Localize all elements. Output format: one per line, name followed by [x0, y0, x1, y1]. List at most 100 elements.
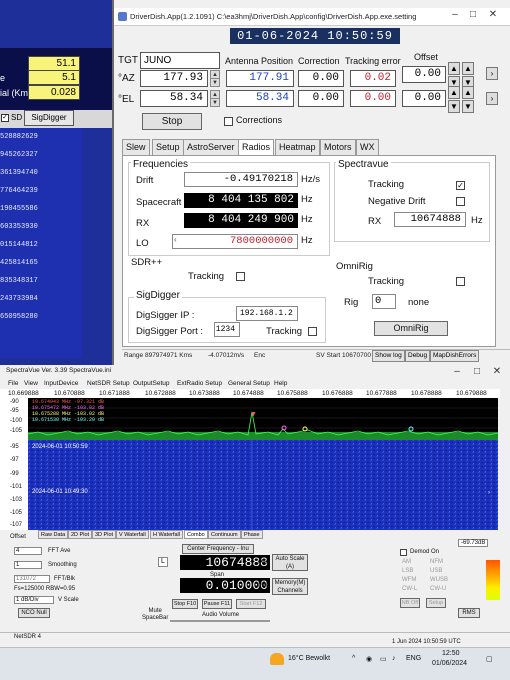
list-item[interactable]: 603353930: [0, 223, 38, 231]
tab-motors[interactable]: Motors: [320, 139, 356, 155]
offset-up-icon[interactable]: ▲: [462, 86, 474, 99]
maximize-icon[interactable]: □: [470, 366, 484, 378]
show-log-button[interactable]: Show log: [372, 350, 405, 362]
memory-channels-button[interactable]: Memory(M) Channels: [272, 578, 308, 595]
nco-null-button[interactable]: NCO Null: [18, 608, 50, 618]
sigdigger-button[interactable]: SigDigger: [24, 110, 74, 126]
list-item[interactable]: 015144812: [0, 241, 38, 249]
list-item[interactable]: 776464239: [0, 187, 38, 195]
mode-cwl[interactable]: CW-L: [402, 586, 417, 592]
volume-icon[interactable]: ♪: [392, 655, 396, 662]
center-frequency-display[interactable]: 10674888: [180, 555, 270, 570]
left-value-3[interactable]: 0.028: [28, 85, 80, 100]
mode-wfm[interactable]: WFM: [402, 577, 416, 583]
mode-wusb[interactable]: WUSB: [430, 577, 448, 583]
az-offset[interactable]: 0.00: [402, 66, 446, 83]
negative-drift-checkbox[interactable]: [456, 197, 465, 206]
auto-scale-button[interactable]: Auto Scale (A): [272, 554, 308, 571]
clock-time[interactable]: 12:50: [442, 650, 460, 657]
rig-select[interactable]: 0: [372, 294, 396, 309]
tray-chevron-icon[interactable]: ^: [352, 655, 355, 662]
corrections-checkbox[interactable]: [224, 117, 233, 126]
sv-tracking-checkbox[interactable]: ✓: [456, 181, 465, 190]
list-item[interactable]: 425814165: [0, 259, 38, 267]
menu-outputsetup[interactable]: OutputSetup: [133, 380, 170, 387]
sigdigger-ip-input[interactable]: 192.168.1.2: [236, 306, 298, 321]
notification-icon[interactable]: ▢: [486, 655, 493, 663]
tab-3d-plot[interactable]: 3D Plot: [92, 530, 117, 539]
debug-button[interactable]: Debug: [405, 350, 431, 362]
menu-help[interactable]: Help: [274, 380, 287, 387]
tab-phase[interactable]: Phase: [241, 530, 263, 539]
tab-h-waterfall[interactable]: H Waterfall: [150, 530, 183, 539]
list-item[interactable]: 528882629: [0, 133, 38, 141]
tab-radios[interactable]: Radios: [238, 139, 275, 156]
lo-value[interactable]: 7800000000: [172, 234, 298, 249]
clock-date[interactable]: 01/06/2024: [432, 660, 467, 667]
tab-slew[interactable]: Slew: [122, 139, 150, 155]
scroll-right-icon[interactable]: ›: [488, 490, 494, 496]
tab-raw-data[interactable]: Raw Data: [38, 530, 69, 539]
offset-up-icon[interactable]: ▲: [448, 62, 460, 75]
waterfall-plot[interactable]: [28, 440, 498, 530]
tab-v-waterfall[interactable]: V Waterfall: [116, 530, 149, 539]
list-item[interactable]: 243733984: [0, 295, 38, 303]
tab-setup[interactable]: Setup: [152, 139, 184, 155]
close-icon[interactable]: ✕: [490, 366, 504, 378]
mode-nfm[interactable]: NFM: [430, 559, 443, 565]
list-item[interactable]: 190455586: [0, 205, 38, 213]
map-errors-button[interactable]: MapDishErrors: [430, 350, 480, 362]
smoothing-select[interactable]: 1: [14, 561, 42, 569]
menu-file[interactable]: File: [8, 380, 18, 387]
vscale-select[interactable]: 1 dB/Div: [14, 596, 54, 604]
stop-button[interactable]: Stop: [142, 113, 202, 130]
minimize-icon[interactable]: –: [450, 366, 464, 378]
demod-checkbox[interactable]: [400, 549, 407, 556]
tab-2d-plot[interactable]: 2D Plot: [68, 530, 93, 539]
menu-general-setup[interactable]: General Setup: [228, 380, 270, 387]
list-item[interactable]: 650958280: [0, 313, 38, 321]
setup-button[interactable]: Setup: [426, 598, 446, 608]
volume-slider[interactable]: [170, 620, 270, 622]
tab-continuum[interactable]: Continuum: [208, 530, 241, 539]
el-offset[interactable]: 0.00: [402, 90, 446, 107]
menu-extradio-setup[interactable]: ExtRadio Setup: [177, 380, 222, 387]
center-frequency-button[interactable]: Center Frequency - Inu: [182, 544, 254, 554]
menu-netsdr-setup[interactable]: NetSDR Setup: [87, 380, 130, 387]
list-item[interactable]: 835348317: [0, 277, 38, 285]
sigdigger-tracking-checkbox[interactable]: [308, 327, 317, 336]
tab-combo[interactable]: Combo: [184, 530, 208, 539]
menu-inputdevice[interactable]: InputDevice: [44, 380, 78, 387]
sv-rx-value[interactable]: 10674888: [394, 212, 466, 227]
maximize-icon[interactable]: □: [466, 9, 480, 21]
weather-text[interactable]: 16°C Bewolkt: [288, 655, 330, 662]
language-indicator[interactable]: ENG: [406, 655, 421, 662]
rms-button[interactable]: RMS: [458, 608, 480, 618]
pause-f11-button[interactable]: Pause F11: [202, 599, 232, 609]
offset-down-icon[interactable]: ▼: [462, 100, 474, 113]
fft-ave-select[interactable]: 4: [14, 547, 42, 555]
fftblk-select[interactable]: 131072: [14, 575, 50, 583]
mode-lsb[interactable]: LSB: [402, 568, 413, 574]
offset-up-icon[interactable]: ▲: [462, 62, 474, 75]
tray-app-icon[interactable]: ◉: [366, 655, 372, 663]
span-display[interactable]: 0.010000: [180, 578, 270, 593]
list-item[interactable]: 361394740: [0, 169, 38, 177]
minimize-icon[interactable]: –: [448, 9, 462, 21]
omnirig-button[interactable]: OmniRig: [374, 321, 448, 336]
stop-f10-button[interactable]: Stop F10: [172, 599, 198, 609]
nb-off-button[interactable]: NB Off: [400, 598, 420, 608]
close-icon[interactable]: ✕: [486, 9, 500, 21]
left-value-1[interactable]: 51.1: [28, 56, 80, 71]
offset-right-icon[interactable]: ›: [486, 67, 498, 80]
sigdigger-port-input[interactable]: 1234: [214, 322, 240, 337]
menu-view[interactable]: View: [24, 380, 38, 387]
weather-icon[interactable]: [270, 653, 284, 665]
arrow-down-icon[interactable]: ▼: [210, 98, 220, 107]
tab-astroserver[interactable]: AstroServer: [183, 139, 239, 155]
sdrpp-tracking-checkbox[interactable]: [236, 272, 245, 281]
omnirig-tracking-checkbox[interactable]: [456, 277, 465, 286]
network-icon[interactable]: ▭: [380, 655, 387, 663]
offset-up-icon[interactable]: ▲: [448, 86, 460, 99]
mode-usb[interactable]: USB: [430, 568, 442, 574]
